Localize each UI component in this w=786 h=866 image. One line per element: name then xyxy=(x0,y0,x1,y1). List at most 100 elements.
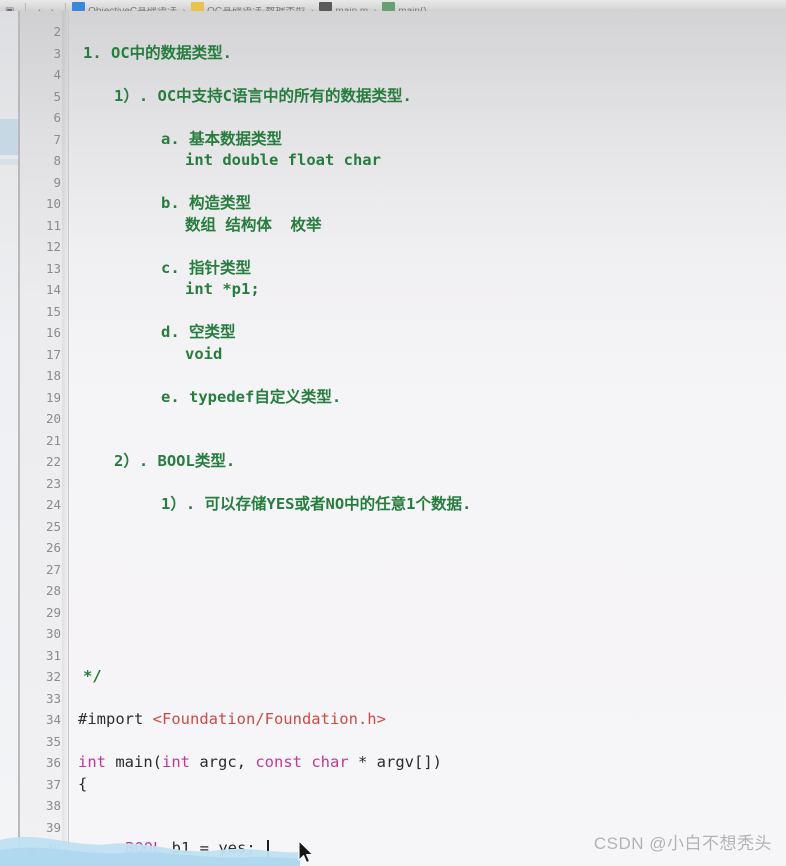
line-number: 2 xyxy=(53,24,61,39)
line-number: 9 xyxy=(53,174,61,190)
line-number: 22 xyxy=(45,454,61,469)
line-number: 3 xyxy=(53,45,61,61)
code-token-cmt: 数组 结构体 枚举 xyxy=(185,215,322,234)
line-number: 33 xyxy=(45,690,61,706)
code-token-kw: char xyxy=(311,753,349,771)
line-number: 30 xyxy=(45,626,61,641)
line-number: 32 xyxy=(45,669,61,684)
line-number: 20 xyxy=(45,411,61,426)
gutter-shadow xyxy=(62,11,68,866)
code-line[interactable]: b. 构造类型 xyxy=(161,193,251,215)
line-number: 12 xyxy=(45,239,61,254)
code-token-cmt: 1）. 可以存储YES或者NO中的任意1个数据. xyxy=(161,495,472,513)
line-number: 38 xyxy=(45,798,61,813)
line-number: 10 xyxy=(45,196,61,211)
code-line[interactable]: int main(int argc, const char * argv[]) xyxy=(78,752,442,774)
code-token-cmt: 2）. BOOL类型. xyxy=(114,452,236,470)
code-token-kw: const xyxy=(255,753,302,771)
line-number: 19 xyxy=(45,389,61,405)
code-token-pln: { xyxy=(78,774,88,793)
code-token-pln xyxy=(302,753,311,771)
breadcrumb-item[interactable]: ObjectiveC基础语法 xyxy=(72,0,177,11)
breadcrumb-item[interactable]: main() xyxy=(382,0,427,11)
line-number: 4 xyxy=(53,67,61,82)
code-line[interactable]: */ xyxy=(83,666,102,688)
breadcrumb[interactable]: ▣ ‹ › ObjectiveC基础语法›OC基础语法-数据类型›main.m›… xyxy=(0,0,427,11)
line-number: 13 xyxy=(45,260,61,276)
code-token-cmt: int *p1; xyxy=(185,280,260,298)
project-icon xyxy=(72,2,86,11)
rail-highlight xyxy=(0,119,18,155)
line-number: 31 xyxy=(45,647,61,663)
code-token-cmt: a. 基本数据类型 xyxy=(161,129,282,148)
code-line[interactable]: e. typedef自定义类型. xyxy=(161,387,341,409)
watermark: CSDN @小白不想秃头 xyxy=(593,834,772,853)
code-token-kw: int xyxy=(78,753,106,771)
code-line[interactable]: 1. OC中的数据类型. xyxy=(83,43,232,65)
mouse-pointer-icon xyxy=(298,840,316,866)
code-line[interactable]: 数组 结构体 枚举 xyxy=(185,215,322,237)
code-token-pln: argc, xyxy=(190,753,256,771)
code-token-str: <Foundation/Foundation.h> xyxy=(152,710,386,728)
code-line[interactable]: void xyxy=(185,344,222,366)
rail-highlight xyxy=(0,159,18,165)
line-number: 35 xyxy=(45,733,61,749)
line-number: 29 xyxy=(45,604,61,620)
line-number: 26 xyxy=(45,540,61,555)
line-number: 25 xyxy=(45,518,61,534)
code-token-kw: int xyxy=(162,753,190,771)
code-line[interactable]: { xyxy=(78,774,87,796)
code-token-cmt: 1）. OC中支持C语言中的所有的数据类型. xyxy=(114,86,412,105)
breadcrumb-item[interactable]: OC基础语法-数据类型 xyxy=(191,0,305,11)
code-line[interactable]: 2）. BOOL类型. xyxy=(114,451,235,473)
code-line[interactable]: #import <Foundation/Foundation.h> xyxy=(78,709,386,731)
breadcrumb-item[interactable]: main.m xyxy=(319,0,368,11)
code-token-cmt: b. 构造类型 xyxy=(161,194,251,212)
line-number: 21 xyxy=(45,432,61,448)
code-token-pp: #import xyxy=(78,710,153,728)
code-surface[interactable]: 1. OC中的数据类型. 1）. OC中支持C语言中的所有的数据类型. a. 基本数… xyxy=(69,11,786,866)
line-number: 14 xyxy=(45,282,61,297)
line-number: 7 xyxy=(53,131,61,147)
code-token-pln: * argv[]) xyxy=(348,753,442,771)
line-number: 6 xyxy=(53,110,61,125)
code-token-pln: main( xyxy=(106,753,162,771)
line-number: 15 xyxy=(45,303,61,319)
code-token-cmt: void xyxy=(185,344,223,363)
code-line[interactable]: int double float char xyxy=(185,150,381,172)
toolbar-divider xyxy=(65,3,67,11)
editor-left-rail[interactable] xyxy=(0,11,18,866)
code-token-cmt: */ xyxy=(83,667,102,685)
line-number: 24 xyxy=(45,497,61,512)
method-icon xyxy=(382,2,396,11)
code-token-cmt: d. 空类型 xyxy=(161,323,236,341)
line-number: 34 xyxy=(45,712,61,727)
code-line[interactable]: int *p1; xyxy=(185,279,260,301)
line-number: 8 xyxy=(53,153,61,168)
line-number: 5 xyxy=(53,88,61,104)
code-line[interactable]: 1）. OC中支持C语言中的所有的数据类型. xyxy=(114,86,412,108)
line-number: 11 xyxy=(45,217,61,233)
code-line[interactable]: c. 指针类型 xyxy=(161,258,251,280)
code-editor[interactable]: 2 3 4 5 6 7 8 9 10 11 12 13 14 15 16 17 18 19 20 21 22 23 24 25… xyxy=(0,11,786,866)
line-number: 16 xyxy=(45,325,61,340)
line-number: 27 xyxy=(45,561,61,577)
line-number: 37 xyxy=(45,776,61,792)
line-number: 17 xyxy=(45,346,61,362)
line-number: 23 xyxy=(45,475,61,491)
file-icon xyxy=(319,2,333,11)
line-number: 28 xyxy=(45,583,61,598)
code-line[interactable]: a. 基本数据类型 xyxy=(161,129,282,151)
code-token-cmt: e. typedef自定义类型. xyxy=(161,387,342,406)
code-line[interactable]: 1）. 可以存储YES或者NO中的任意1个数据. xyxy=(161,494,471,516)
code-token-cmt: c. 指针类型 xyxy=(161,258,251,277)
media-overlay-wave xyxy=(0,826,300,866)
toolbar-divider xyxy=(25,3,27,11)
screen-root: ▣ ‹ › ObjectiveC基础语法›OC基础语法-数据类型›main.m›… xyxy=(0,0,786,866)
code-token-cmt: 1. OC中的数据类型. xyxy=(83,43,232,62)
code-token-cmt: int double float char xyxy=(185,151,381,169)
code-line[interactable]: d. 空类型 xyxy=(161,322,236,344)
line-number: 18 xyxy=(45,368,61,383)
folder-icon xyxy=(191,2,205,11)
line-number: 36 xyxy=(45,755,61,770)
